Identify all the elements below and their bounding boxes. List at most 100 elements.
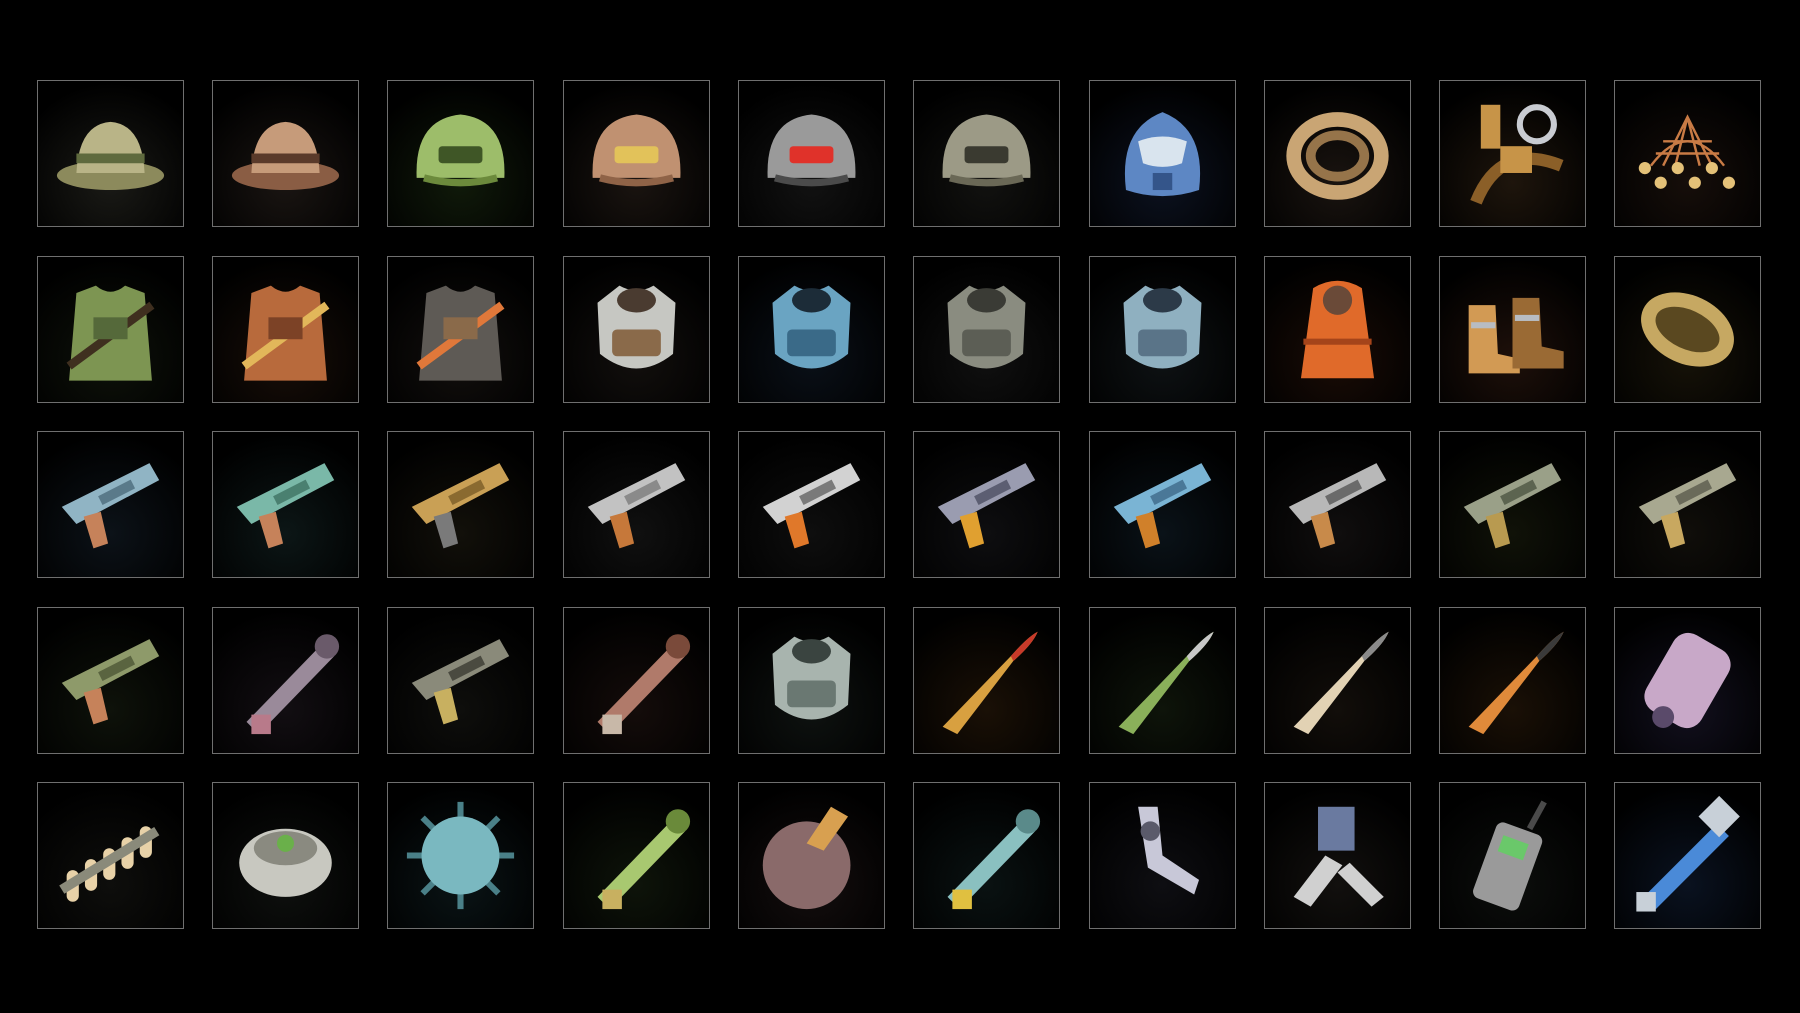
walkie-talkie-icon [1473, 800, 1547, 911]
rope-coil-icon [1286, 112, 1389, 200]
army-helmet-icon [416, 114, 505, 187]
inventory-slot[interactable] [1614, 80, 1761, 227]
inventory-slot[interactable] [1089, 607, 1236, 754]
bucket-hat-icon [56, 121, 165, 191]
ghillie-wrap-icon [1641, 292, 1734, 367]
inventory-slot[interactable] [1614, 782, 1761, 929]
inventory-slot[interactable] [212, 431, 359, 578]
boots-icon [1468, 297, 1564, 374]
inventory-slot[interactable] [1089, 256, 1236, 403]
net-icon [1638, 114, 1736, 189]
blaster-pistol-icon [61, 463, 160, 549]
rpg-rocket-icon [1118, 631, 1214, 735]
teal-pistol-icon [236, 463, 335, 549]
turret-cannon-icon [772, 636, 851, 720]
robot-arm-icon [1138, 806, 1200, 895]
inventory-slot[interactable] [212, 607, 359, 754]
inventory-slot[interactable] [913, 607, 1060, 754]
goggles-cap-icon [231, 121, 340, 191]
chainsaw-icon [947, 809, 1041, 910]
gas-mask-helmet-icon [1124, 112, 1201, 197]
inventory-slot[interactable] [1439, 607, 1586, 754]
inventory-slot[interactable] [1439, 782, 1586, 929]
visor-helmet-icon [592, 114, 681, 187]
bomb-icon [762, 806, 851, 910]
artillery-shell-icon [1468, 631, 1564, 735]
inventory-slot[interactable] [37, 80, 184, 227]
inventory-grid [0, 0, 1800, 1013]
inventory-slot[interactable] [1614, 431, 1761, 578]
ammo-belt-icon [59, 826, 160, 902]
inventory-slot[interactable] [1614, 607, 1761, 754]
inventory-slot[interactable] [1089, 80, 1236, 227]
inventory-slot[interactable] [1264, 607, 1411, 754]
inventory-slot[interactable] [212, 80, 359, 227]
inventory-slot[interactable] [738, 80, 885, 227]
hazmat-suit-icon [1300, 280, 1375, 379]
sniper-rifle-icon [1463, 463, 1562, 549]
leather-jacket-icon [241, 285, 330, 381]
inventory-slot[interactable] [563, 431, 710, 578]
minigun-icon [597, 634, 691, 735]
padded-armor-icon [597, 285, 676, 369]
inventory-slot[interactable] [37, 607, 184, 754]
bullet-round-icon [942, 631, 1038, 735]
grenade-icon [597, 809, 691, 910]
inventory-slot[interactable] [37, 782, 184, 929]
inventory-slot[interactable] [1089, 782, 1236, 929]
steel-plate-armor-icon [1123, 285, 1202, 369]
inventory-slot[interactable] [212, 782, 359, 929]
inventory-slot[interactable] [913, 80, 1060, 227]
inventory-slot[interactable] [563, 782, 710, 929]
inventory-slot[interactable] [1264, 431, 1411, 578]
inventory-slot[interactable] [1439, 80, 1586, 227]
pilot-helmet-icon [942, 114, 1031, 187]
inventory-slot[interactable] [387, 782, 534, 929]
inventory-slot[interactable] [738, 607, 885, 754]
ak-rifle-icon [1638, 463, 1737, 549]
inventory-slot[interactable] [387, 256, 534, 403]
scrap-smg-icon [587, 463, 686, 549]
inventory-slot[interactable] [738, 256, 885, 403]
green-vest-icon [66, 285, 155, 381]
inventory-slot[interactable] [1264, 782, 1411, 929]
inventory-slot[interactable] [1439, 256, 1586, 403]
fuel-canister-icon [1644, 632, 1731, 729]
inventory-slot[interactable] [1264, 80, 1411, 227]
inventory-slot[interactable] [387, 80, 534, 227]
blue-rifle-icon [1113, 463, 1212, 549]
assault-rifle-icon [762, 463, 861, 549]
blue-power-armor-icon [772, 285, 851, 369]
inventory-slot[interactable] [37, 256, 184, 403]
inventory-slot[interactable] [387, 431, 534, 578]
green-pistol-icon [61, 639, 160, 725]
naval-mine-icon [406, 801, 515, 910]
carabiner-strap-icon [1470, 104, 1564, 205]
inventory-slot[interactable] [563, 80, 710, 227]
tech-helmet-icon [767, 114, 856, 187]
inventory-slot[interactable] [1089, 431, 1236, 578]
inventory-slot[interactable] [1614, 256, 1761, 403]
heavy-plate-armor-icon [947, 285, 1026, 369]
inventory-slot[interactable] [1264, 256, 1411, 403]
landmine-icon [239, 828, 332, 897]
syringe-icon [1636, 795, 1740, 912]
inventory-slot[interactable] [913, 256, 1060, 403]
rocket-launcher-icon [246, 634, 340, 735]
inventory-slot[interactable] [387, 607, 534, 754]
heavy-rifle-icon [937, 463, 1036, 549]
bomber-jacket-icon [416, 285, 505, 381]
robot-legs-icon [1293, 806, 1384, 907]
inventory-slot[interactable] [37, 431, 184, 578]
inventory-slot[interactable] [1439, 431, 1586, 578]
inventory-slot[interactable] [913, 782, 1060, 929]
inventory-slot[interactable] [738, 782, 885, 929]
mortar-shell-icon [1293, 631, 1389, 735]
inventory-slot[interactable] [738, 431, 885, 578]
inventory-slot[interactable] [563, 256, 710, 403]
inventory-slot[interactable] [212, 256, 359, 403]
inventory-slot[interactable] [563, 607, 710, 754]
inventory-slot[interactable] [913, 431, 1060, 578]
hunting-rifle-icon [1288, 463, 1387, 549]
gold-revolver-icon [411, 463, 510, 549]
